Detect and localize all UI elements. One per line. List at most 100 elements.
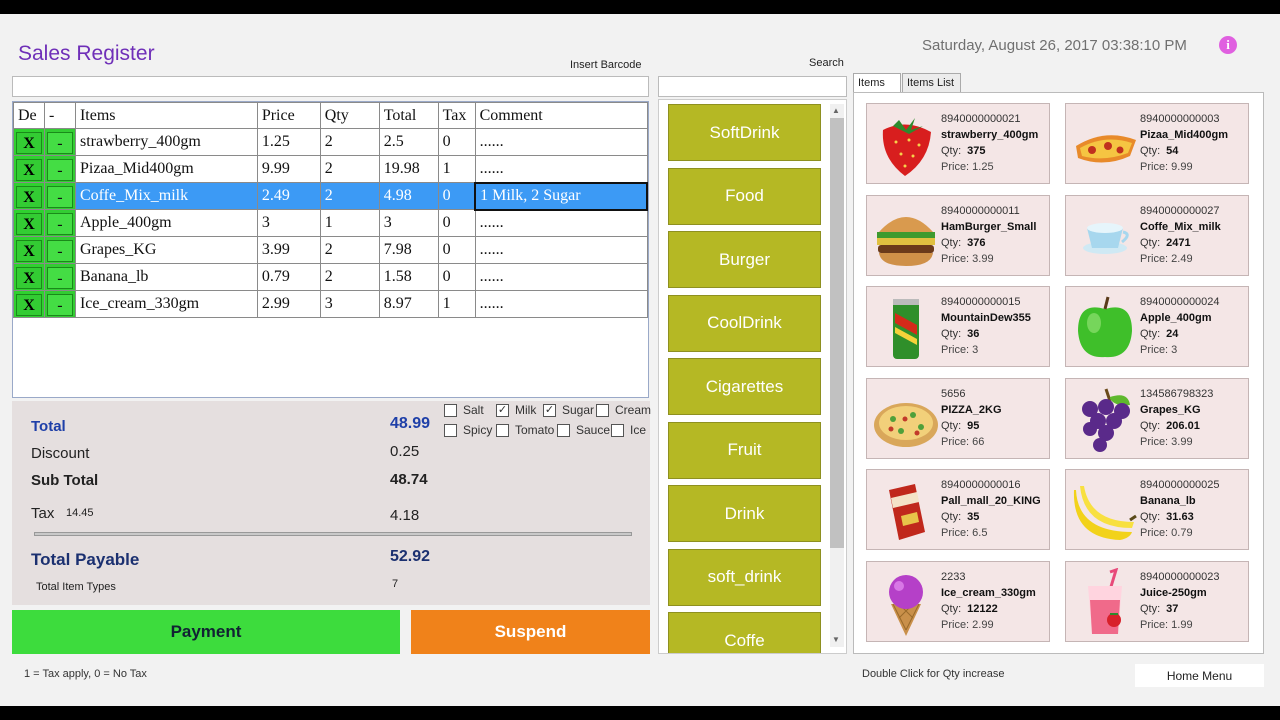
option-milk[interactable]: ✓ Milk	[496, 403, 536, 417]
delete-icon[interactable]: X	[15, 212, 42, 235]
row-decrease-button[interactable]: -	[43, 236, 76, 264]
row-comment[interactable]: ......	[474, 263, 648, 291]
row-decrease-button[interactable]: -	[43, 290, 76, 318]
row-decrease-button[interactable]: -	[43, 155, 76, 183]
scroll-up-icon[interactable]: ▲	[832, 106, 840, 115]
checkbox-ice[interactable]	[611, 423, 624, 437]
option-ice[interactable]: Ice	[611, 423, 646, 437]
checkbox-sugar[interactable]: ✓	[543, 403, 556, 417]
product-card[interactable]: 8940000000027 Coffe_Mix_milk Price: 2.49 Qt…	[1065, 194, 1249, 276]
discount-value[interactable]: 0.25	[390, 443, 419, 460]
row-comment[interactable]: ......	[474, 128, 648, 156]
category-button-fruit[interactable]: Fruit	[668, 421, 821, 479]
category-button-food[interactable]: Food	[668, 167, 821, 225]
delete-icon[interactable]: X	[15, 293, 42, 316]
option-salt[interactable]: Salt	[444, 403, 484, 417]
row-delete-button[interactable]: X	[13, 290, 45, 318]
row-comment[interactable]: 1 Milk, 2 Sugar	[474, 181, 648, 211]
row-decrease-button[interactable]: -	[43, 263, 76, 291]
minus-icon[interactable]: -	[46, 212, 73, 235]
category-button-soft-drink[interactable]: soft_drink	[668, 548, 821, 606]
row-comment[interactable]: ......	[474, 209, 648, 237]
col-header-comment[interactable]: Comment	[474, 102, 648, 129]
delete-icon[interactable]: X	[15, 239, 42, 262]
row-comment[interactable]: ......	[474, 236, 648, 264]
row-decrease-button[interactable]: -	[43, 209, 76, 237]
table-row[interactable]: X - Banana_lb 0.79 2 1.58 0......	[13, 263, 648, 291]
barcode-input[interactable]	[12, 76, 649, 97]
option-sugar[interactable]: ✓ Sugar	[543, 403, 594, 417]
option-sauce[interactable]: Sauce	[557, 423, 610, 437]
row-delete-button[interactable]: X	[13, 182, 45, 210]
table-row[interactable]: X - Grapes_KG 3.99 2 7.98 0......	[13, 236, 648, 264]
minus-icon[interactable]: -	[46, 266, 73, 289]
product-card[interactable]: 8940000000025 Banana_lb Price: 0.79 Qty: 31.…	[1065, 469, 1249, 550]
col-header-tax[interactable]: Tax	[437, 102, 476, 129]
search-input[interactable]	[658, 76, 847, 97]
checkbox-tomato[interactable]	[496, 423, 509, 437]
delete-icon[interactable]: X	[15, 266, 42, 289]
product-card[interactable]: 2233 Ice_cream_330gm Price: 2.99 Qty: 12122	[866, 560, 1050, 642]
product-card[interactable]: 8940000000011 HamBurger_Small Price: 3.99 Q…	[866, 194, 1050, 276]
scroll-down-icon[interactable]: ▼	[832, 635, 840, 644]
col-header-delete[interactable]: De	[13, 102, 45, 129]
row-delete-button[interactable]: X	[13, 155, 45, 183]
delete-icon[interactable]: X	[15, 185, 42, 208]
row-delete-button[interactable]: X	[13, 236, 45, 264]
checkbox-sauce[interactable]	[557, 423, 570, 437]
tab-items[interactable]: Items	[853, 73, 901, 93]
product-card[interactable]: 8940000000015 MountainDew355 Price: 3 Qty: 3…	[866, 286, 1050, 367]
minus-icon[interactable]: -	[46, 185, 73, 208]
table-row[interactable]: X - Coffe_Mix_milk 2.49 2 4.98 0 1 Milk, 2 Suga…	[13, 181, 648, 211]
table-row[interactable]: X - strawberry_400gm 1.25 2 2.5 0......	[13, 128, 648, 156]
table-row[interactable]: X - Ice_cream_330gm 2.99 3 8.97 1......	[13, 290, 648, 318]
category-button-coffe[interactable]: Coffe	[668, 612, 821, 653]
table-row[interactable]: X - Apple_400gm 3 1 3 0......	[13, 209, 648, 237]
category-button-drink[interactable]: Drink	[668, 485, 821, 542]
product-card[interactable]: 5656 PIZZA_2KG Price: 66 Qty: 95	[866, 377, 1050, 459]
row-comment[interactable]: ......	[474, 290, 648, 318]
col-header-qty[interactable]: Qty	[319, 102, 380, 129]
col-header-items[interactable]: Items	[74, 102, 258, 129]
delete-icon[interactable]: X	[15, 131, 42, 154]
category-button-cooldrink[interactable]: CoolDrink	[668, 294, 821, 352]
product-card[interactable]: 8940000000021 strawberry_400gm Price: 1.25…	[866, 103, 1050, 184]
option-tomato[interactable]: Tomato	[496, 423, 554, 437]
row-delete-button[interactable]: X	[13, 209, 45, 237]
suspend-button[interactable]: Suspend	[411, 610, 650, 654]
checkbox-spicy[interactable]	[444, 423, 457, 437]
col-header-minus[interactable]: -	[43, 102, 76, 129]
row-decrease-button[interactable]: -	[43, 182, 76, 210]
table-row[interactable]: X - Pizaa_Mid400gm 9.99 2 19.98 1......	[13, 155, 648, 183]
col-header-price[interactable]: Price	[256, 102, 321, 129]
col-header-total[interactable]: Total	[378, 102, 439, 129]
tab-items-list[interactable]: Items List	[902, 73, 961, 93]
product-card[interactable]: 134586798323 Grapes_KG Price: 3.99 Qty: 206.…	[1065, 377, 1249, 459]
scroll-thumb[interactable]	[830, 118, 844, 548]
category-button-softdrink[interactable]: SoftDrink	[668, 104, 821, 161]
checkbox-salt[interactable]	[444, 403, 457, 417]
category-scrollbar[interactable]: ▲ ▼	[830, 104, 844, 647]
info-icon[interactable]: i	[1219, 36, 1237, 54]
minus-icon[interactable]: -	[46, 239, 73, 262]
option-spicy[interactable]: Spicy	[444, 423, 492, 437]
product-card[interactable]: 8940000000016 Pall_mall_20_KING Price: 6.5…	[866, 469, 1050, 550]
minus-icon[interactable]: -	[46, 131, 73, 154]
row-comment[interactable]: ......	[474, 155, 648, 183]
minus-icon[interactable]: -	[46, 293, 73, 316]
category-button-cigarettes[interactable]: Cigarettes	[668, 358, 821, 415]
row-decrease-button[interactable]: -	[43, 128, 76, 156]
home-menu-button[interactable]: Home Menu	[1135, 664, 1264, 687]
delete-icon[interactable]: X	[15, 158, 42, 181]
product-card[interactable]: 8940000000024 Apple_400gm Price: 3 Qty: 24	[1065, 286, 1249, 367]
product-card[interactable]: 8940000000023 Juice-250gm Price: 1.99 Qty: 3…	[1065, 560, 1249, 642]
minus-icon[interactable]: -	[46, 158, 73, 181]
row-delete-button[interactable]: X	[13, 263, 45, 291]
option-cream[interactable]: Cream	[596, 403, 651, 417]
checkbox-cream[interactable]	[596, 403, 609, 417]
category-button-burger[interactable]: Burger	[668, 231, 821, 288]
row-delete-button[interactable]: X	[13, 128, 45, 156]
product-card[interactable]: 8940000000003 Pizaa_Mid400gm Price: 9.99 Qt…	[1065, 103, 1249, 184]
payment-button[interactable]: Payment	[12, 610, 400, 654]
checkbox-milk[interactable]: ✓	[496, 403, 509, 417]
